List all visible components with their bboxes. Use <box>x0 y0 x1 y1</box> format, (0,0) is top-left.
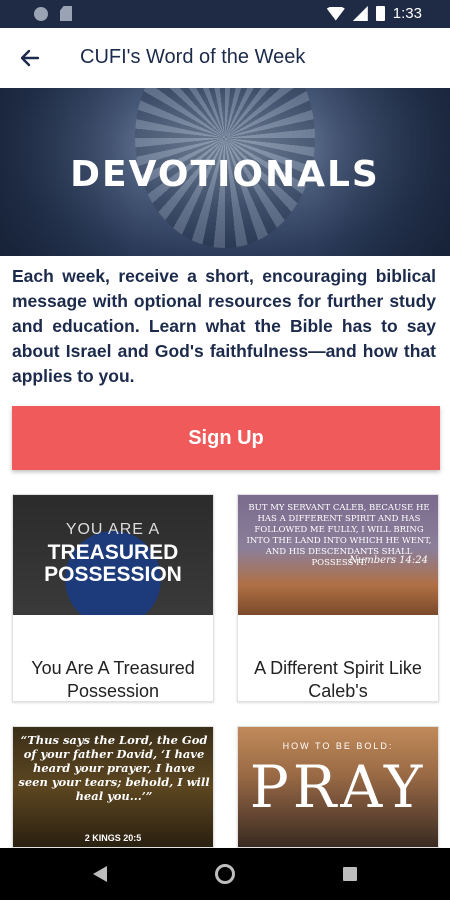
arrow-left-icon <box>20 49 40 67</box>
system-nav-bar <box>0 848 450 900</box>
card-caption: A Different Spirit Like Caleb's <box>254 658 422 701</box>
card-thumbnail: BUT MY SERVANT CALEB, BECAUSE HE HAS A D… <box>238 495 438 615</box>
thumbnail-reference: Numbers 14:24 <box>349 555 428 566</box>
sd-card-icon <box>60 6 72 21</box>
card-thumbnail: YOU ARE A TREASURED POSSESSION <box>13 495 213 615</box>
thumbnail-reference: 2 KINGS 20:5 <box>84 833 142 843</box>
back-button[interactable] <box>16 44 44 72</box>
card-caption: You Are A Treasured Possession <box>31 658 195 701</box>
nav-back-icon[interactable] <box>93 866 107 882</box>
nav-home-icon[interactable] <box>215 864 235 884</box>
devotional-card-caleb[interactable]: BUT MY SERVANT CALEB, BECAUSE HE HAS A D… <box>237 494 439 702</box>
description-text: Each week, receive a short, encouraging … <box>12 266 436 386</box>
wifi-icon <box>326 6 345 21</box>
thumbnail-subtitle: HOW TO BE BOLD: <box>282 741 394 751</box>
devotional-card-treasured[interactable]: YOU ARE A TREASURED POSSESSION You Are A… <box>12 494 214 702</box>
app-bar: CUFI's Word of the Week <box>0 28 450 88</box>
status-time: 1:33 <box>392 5 422 22</box>
devotional-card-kings[interactable]: “Thus says the Lord, the God of your fat… <box>12 726 214 848</box>
thumbnail-line: YOU ARE A <box>65 521 161 538</box>
thumbnail-verse: “Thus says the Lord, the God of your fat… <box>18 733 210 803</box>
sign-up-button[interactable]: Sign Up <box>12 406 440 470</box>
thumbnail-line: TREASURED <box>47 541 179 564</box>
status-bar: 1:33 <box>0 0 450 28</box>
cell-signal-icon <box>352 6 368 21</box>
hero-banner: DEVOTIONALS <box>0 88 450 256</box>
devotional-card-pray[interactable]: HOW TO BE BOLD: PRAY <box>237 726 439 848</box>
hero-heading: DEVOTIONALS <box>70 154 380 195</box>
card-thumbnail: “Thus says the Lord, the God of your fat… <box>13 727 213 847</box>
page-title: CUFI's Word of the Week <box>80 46 306 68</box>
thumbnail-line: POSSESSION <box>44 563 182 586</box>
nav-recents-icon[interactable] <box>343 867 357 881</box>
card-thumbnail: HOW TO BE BOLD: PRAY <box>238 727 438 847</box>
notification-dot-icon <box>34 6 48 21</box>
battery-icon <box>375 6 385 21</box>
thumbnail-title: PRAY <box>249 753 427 821</box>
